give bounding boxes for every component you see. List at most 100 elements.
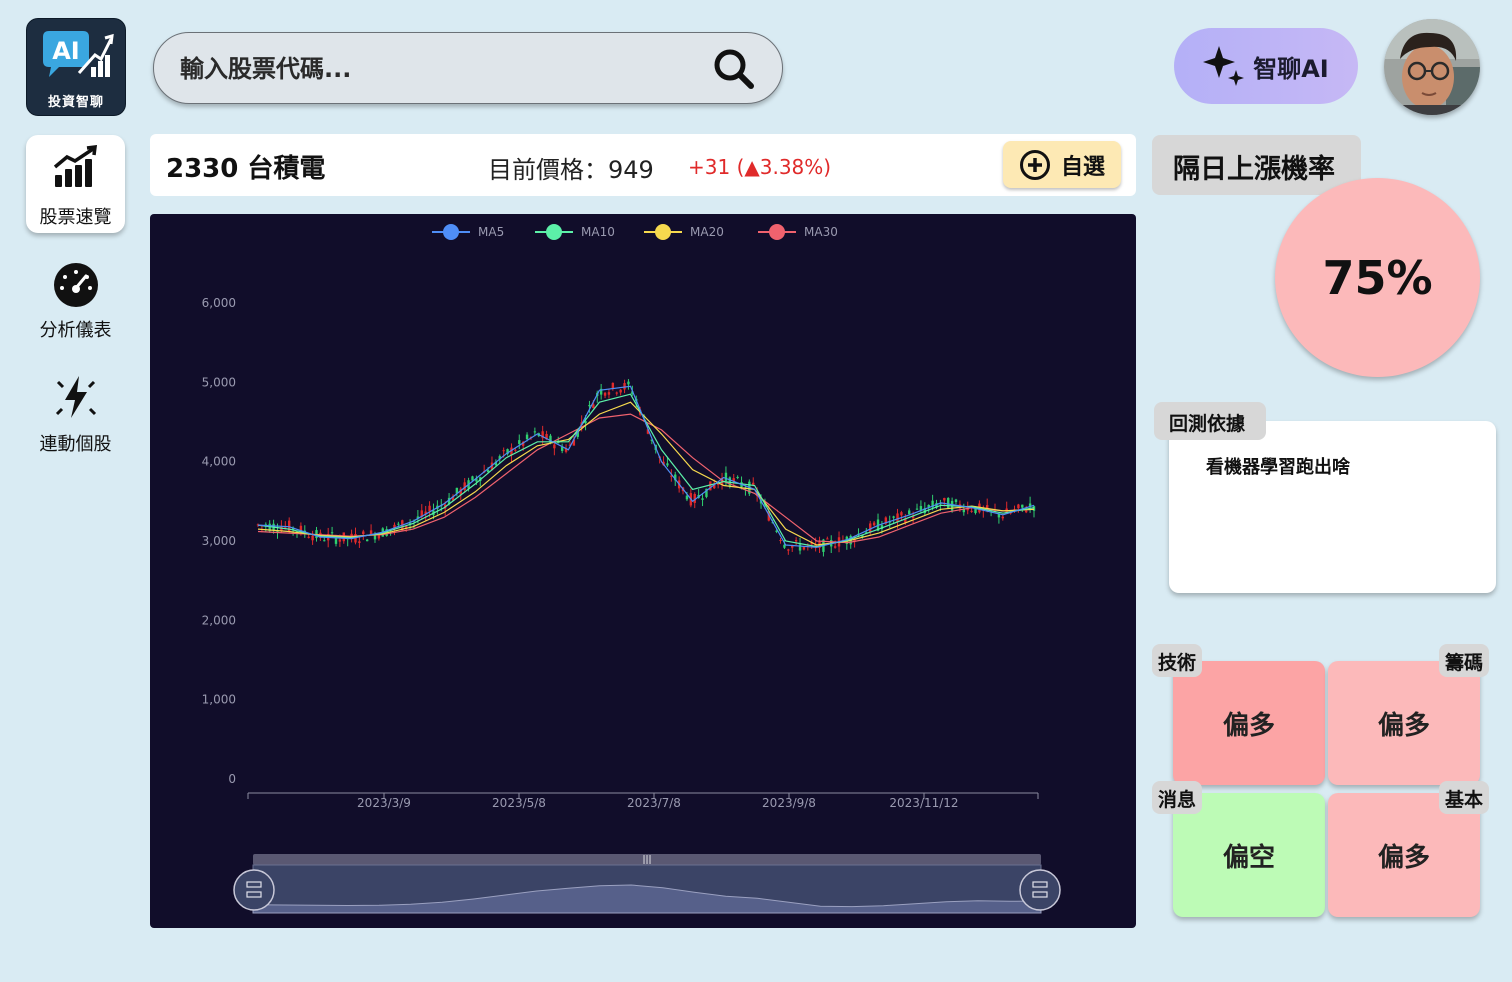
candle-body <box>794 540 798 542</box>
candle-body <box>362 531 365 535</box>
lightning-icon <box>55 376 97 418</box>
ai-chat-button[interactable]: 智聊AI <box>1174 28 1358 104</box>
candle-body <box>323 540 326 542</box>
candle-body <box>592 404 595 409</box>
candle-body <box>1017 504 1020 509</box>
logo-label: 投資智聊 <box>47 95 104 110</box>
x-tick-label: 2023/9/8 <box>762 796 816 810</box>
sidebar-item-label: 股票速覽 <box>39 207 112 228</box>
candle-body <box>736 476 739 478</box>
candle-body <box>798 544 802 551</box>
zoom-drag-grip: ||| <box>642 855 651 865</box>
x-tick-label: 2023/3/9 <box>357 796 411 810</box>
signal-tag-technical: 技術 <box>1152 644 1203 677</box>
candle-body <box>970 510 973 512</box>
zoom-handle-left[interactable] <box>233 869 275 911</box>
candle-body <box>553 444 556 449</box>
candle-body <box>311 535 314 541</box>
signal-value: 偏多 <box>1377 842 1430 873</box>
sidebar-item-linked-stocks[interactable]: 連動個股 <box>26 364 125 462</box>
add-watchlist-button[interactable]: 自選 <box>1003 141 1121 188</box>
legend-marker <box>769 224 785 240</box>
candle-body <box>623 383 626 390</box>
price-change: +31 (▲3.38%) <box>688 155 832 179</box>
candle-body <box>1021 504 1024 508</box>
series-line-ma10 <box>257 393 1035 548</box>
search-input[interactable] <box>180 49 700 89</box>
y-tick-label: 6,000 <box>202 296 236 310</box>
y-tick-label: 0 <box>228 772 236 786</box>
candle-body <box>896 513 899 522</box>
candle-body <box>915 508 919 510</box>
x-tick-label: 2023/5/8 <box>492 796 546 810</box>
stock-chart[interactable]: 0 1,000 2,000 3,000 4,000 5,000 6,000 2023/3/9 2… <box>150 214 1136 928</box>
candle-body <box>619 389 622 393</box>
candle-body <box>943 497 946 501</box>
candle-body <box>369 530 373 535</box>
user-avatar[interactable] <box>1384 19 1480 115</box>
signal-technical-tile[interactable]: 偏多 <box>1173 661 1325 785</box>
search-icon[interactable] <box>712 47 756 91</box>
sidebar-item-label: 連動個股 <box>39 434 112 455</box>
avatar-image <box>1384 19 1480 115</box>
legend-marker <box>443 224 459 240</box>
candle-body <box>615 392 618 394</box>
logo-chart-icon: AI <box>43 31 114 77</box>
y-tick-label: 5,000 <box>202 375 236 389</box>
candle-body <box>428 505 431 512</box>
sidebar-item-stock-overview[interactable]: 股票速覽 <box>26 135 125 233</box>
candle-body <box>533 431 537 433</box>
candle-body <box>787 549 790 551</box>
candle-body <box>1025 510 1028 513</box>
backtest-text: 看機器學習跑出啥 <box>1206 457 1350 478</box>
bar-chart-up-icon <box>53 145 98 187</box>
candle-body <box>502 450 505 452</box>
candle-body <box>525 434 529 440</box>
rise-probability-gauge: 75% <box>1275 178 1480 377</box>
watchlist-label: 自選 <box>1060 154 1105 180</box>
backtest-card <box>1169 421 1496 593</box>
candle-body <box>518 440 521 444</box>
app-logo[interactable]: AI 投資智聊 <box>26 18 126 116</box>
candle-body <box>701 498 704 500</box>
sidebar-item-analysis-dashboard[interactable]: 分析儀表 <box>26 250 125 348</box>
legend-label: MA30 <box>804 225 838 239</box>
candle-body <box>892 516 895 518</box>
candle-body <box>685 495 689 500</box>
speedometer-icon <box>54 263 98 307</box>
candle-body <box>947 498 950 509</box>
signal-tag-fundamental: 基本 <box>1439 781 1490 814</box>
stock-header: 2330 台積電 目前價格：949 +31 (▲3.38%) 自選 <box>150 134 1136 196</box>
signal-tag-news: 消息 <box>1152 781 1203 814</box>
candle-body <box>833 546 837 548</box>
legend-marker <box>546 224 562 240</box>
chart-canvas: 0 1,000 2,000 3,000 4,000 5,000 6,000 2023/3/9 2… <box>202 224 1061 914</box>
candle-body <box>779 539 782 541</box>
candle-body <box>872 522 876 526</box>
x-tick-label: 2023/11/12 <box>889 796 958 810</box>
candle-body <box>514 449 517 451</box>
candle-body <box>358 541 361 543</box>
legend-label: MA20 <box>690 225 724 239</box>
signal-value: 偏多 <box>1222 710 1275 741</box>
candle-body <box>627 381 630 385</box>
zoom-handle-right[interactable] <box>1019 869 1061 911</box>
sparkle-icon <box>1203 46 1245 86</box>
candle-body <box>607 392 611 395</box>
candle-body <box>752 482 755 485</box>
candle-body <box>471 476 474 481</box>
series-line-ma30 <box>257 413 1035 544</box>
y-tick-label: 4,000 <box>202 455 236 469</box>
legend-label: MA10 <box>581 225 615 239</box>
candle-body <box>338 539 342 542</box>
rise-probability-value: 75% <box>1322 250 1433 305</box>
candle-body <box>1001 516 1005 519</box>
signal-tag-chips: 籌碼 <box>1439 644 1490 677</box>
candle-body <box>397 523 400 525</box>
candle-body <box>307 536 310 538</box>
signal-chips-tile[interactable]: 偏多 <box>1328 661 1480 785</box>
candle-body <box>954 499 958 502</box>
stock-name: 2330 台積電 <box>166 154 326 184</box>
candle-body <box>365 539 369 542</box>
candle-body <box>330 532 334 534</box>
